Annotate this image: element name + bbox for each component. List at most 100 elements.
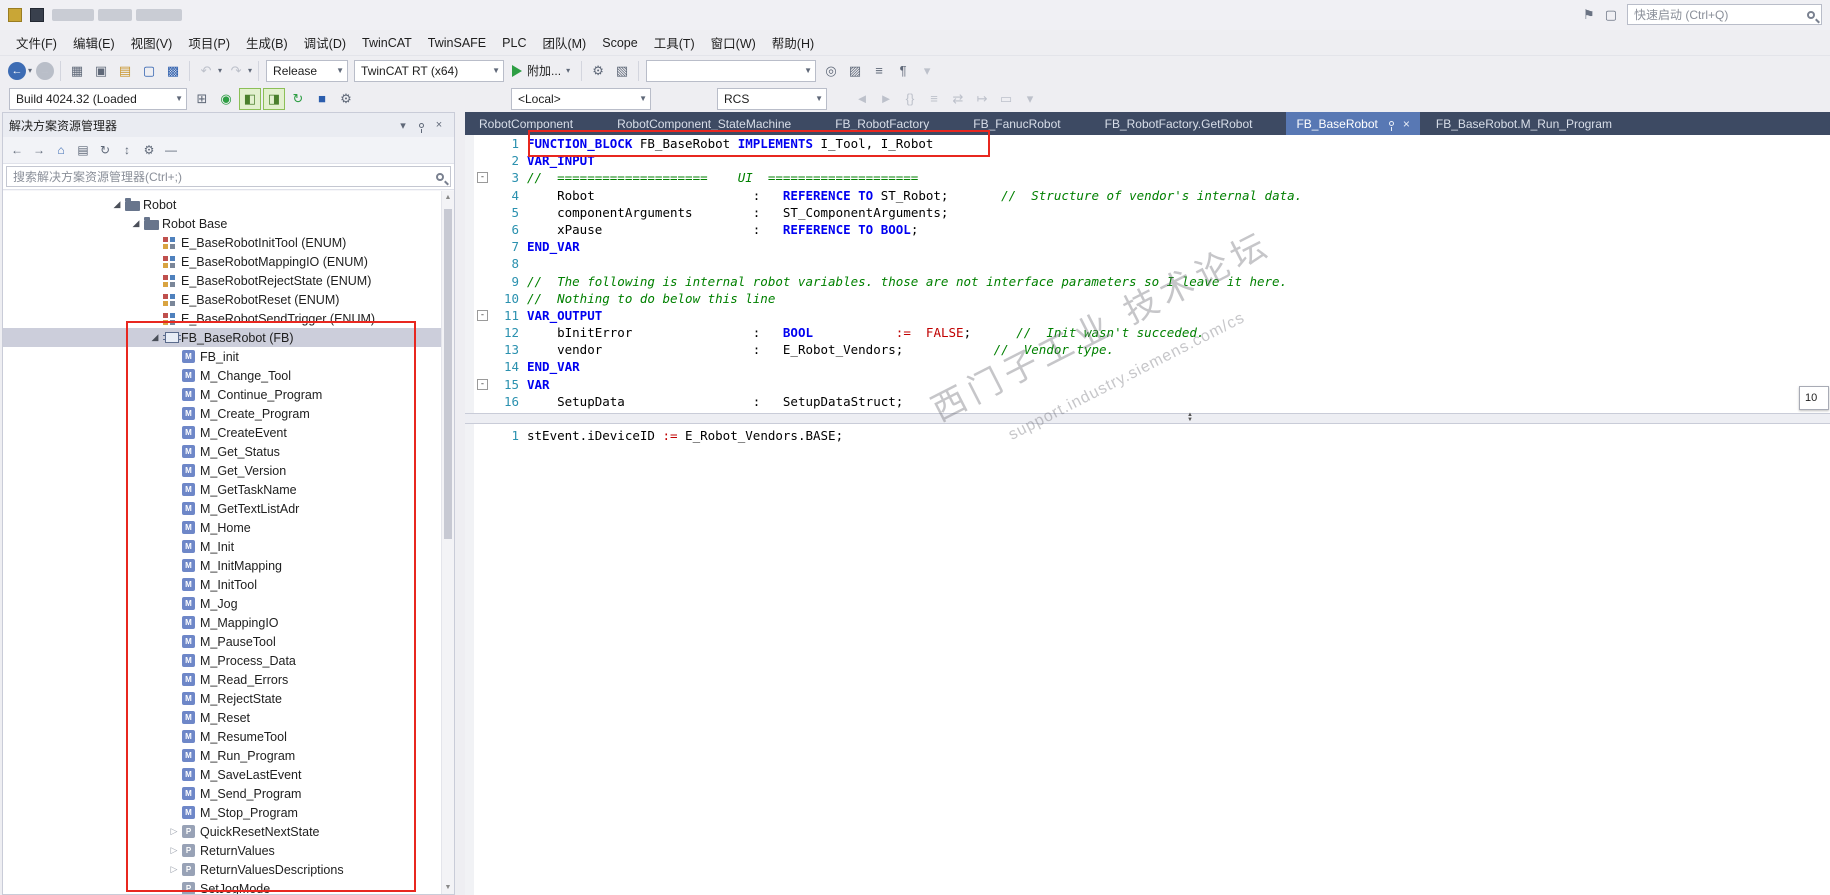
scroll-up-icon[interactable]: ▲ xyxy=(442,194,454,201)
menu-item[interactable]: 工具(T) xyxy=(646,30,703,55)
tree-item[interactable]: E_BaseRobotRejectState (ENUM) xyxy=(3,271,454,290)
window-position-icon[interactable]: ▾ xyxy=(394,119,412,132)
config-mode-toggle-icon[interactable]: ◨ xyxy=(263,87,285,110)
undo-icon[interactable]: ↶ xyxy=(195,60,217,82)
dropdown-caret-icon[interactable]: ▾ xyxy=(218,66,222,75)
feedback-flag-icon[interactable]: ⚑ xyxy=(1583,7,1595,23)
find-in-files-icon[interactable]: ◎ xyxy=(820,60,842,82)
target-system-combo[interactable]: <Local> ▼ xyxy=(511,87,651,110)
back-icon[interactable]: ← xyxy=(7,140,27,160)
tree-item[interactable]: ◢ Robot xyxy=(3,195,454,214)
tree-expanded-arrow-icon[interactable]: ◢ xyxy=(109,199,125,210)
splitter-grip-icon[interactable]: ▲ ▼ xyxy=(1187,412,1193,423)
formatting-marks-icon[interactable]: ¶ xyxy=(892,60,914,82)
menu-item[interactable]: 视图(V) xyxy=(123,30,181,55)
toolbar-overflow-icon[interactable]: ▾ xyxy=(916,60,938,82)
link-tsproj-icon[interactable]: ⊞ xyxy=(191,88,213,110)
quick-launch-search[interactable]: 快速启动 (Ctrl+Q) xyxy=(1627,4,1822,25)
braces-icon[interactable]: {} xyxy=(899,88,921,110)
pin-icon[interactable] xyxy=(1388,121,1394,131)
fold-toggle-icon[interactable]: - xyxy=(477,378,488,390)
toolbar-overflow-icon[interactable]: ▾ xyxy=(1019,88,1041,110)
rcs-combo[interactable]: RCS ▼ xyxy=(717,87,827,110)
pin-icon[interactable] xyxy=(412,119,430,133)
attach-button[interactable]: 附加... ▾ xyxy=(512,62,572,79)
menu-item[interactable]: 帮助(H) xyxy=(764,30,822,55)
build-version-combo[interactable]: Build 4024.32 (Loaded ▼ xyxy=(9,87,187,110)
menu-item[interactable]: TwinSAFE xyxy=(420,33,494,53)
search-input[interactable]: 搜索解决方案资源管理器(Ctrl+;) xyxy=(6,166,451,187)
window-switch-icon[interactable]: ▦ xyxy=(66,60,88,82)
choose-target-icon[interactable]: ◉ xyxy=(215,88,237,110)
outline-icon[interactable]: ≡ xyxy=(923,88,945,110)
tree-scrollbar[interactable]: ▲ ▼ xyxy=(441,191,454,894)
menu-item[interactable]: Scope xyxy=(594,33,645,53)
solution-config-combo[interactable]: Release ▼ xyxy=(266,59,349,82)
fold-toggle-icon[interactable]: - xyxy=(477,309,488,321)
tree-item[interactable]: E_BaseRobotInitTool (ENUM) xyxy=(3,233,454,252)
list-members-icon[interactable]: ≡ xyxy=(868,60,890,82)
new-project-icon[interactable]: ▣ xyxy=(90,60,112,82)
code-pane-declarations[interactable]: 1 FUNCTION_BLOCK FB_BaseRobot IMPLEMENTS … xyxy=(465,135,1830,413)
chevron-down-icon[interactable]: ▼ xyxy=(639,94,647,103)
send-feedback-icon[interactable]: ▢ xyxy=(1605,7,1617,23)
tree-item[interactable]: ◢ Robot Base xyxy=(3,214,454,233)
goto-icon[interactable]: ↦ xyxy=(971,88,993,110)
tree-expanded-arrow-icon[interactable]: ◢ xyxy=(128,218,144,229)
dropdown-caret-icon[interactable]: ▾ xyxy=(248,66,252,75)
scroll-down-icon[interactable]: ▼ xyxy=(442,884,454,891)
menu-item[interactable]: TwinCAT xyxy=(354,33,420,53)
sync-selection-icon[interactable]: ↕ xyxy=(117,140,137,160)
save-all-icon[interactable]: ▩ xyxy=(162,60,184,82)
swap-icon[interactable]: ⇄ xyxy=(947,88,969,110)
collapse-all-icon[interactable]: ▤ xyxy=(73,140,93,160)
restart-twincat-icon[interactable]: ↻ xyxy=(287,88,309,110)
platform-combo[interactable]: TwinCAT RT (x64) ▼ xyxy=(354,59,505,82)
free-run-toggle-icon[interactable]: ◧ xyxy=(239,87,261,110)
menu-item[interactable]: 窗口(W) xyxy=(703,30,764,55)
forward-icon[interactable]: → xyxy=(29,140,49,160)
tree-item[interactable]: E_BaseRobotReset (ENUM) xyxy=(3,290,454,309)
editor-tab[interactable]: FB_RobotFactory.GetRobot xyxy=(1095,112,1263,135)
close-icon[interactable]: × xyxy=(1403,117,1410,131)
save-icon[interactable]: ▢ xyxy=(138,60,160,82)
editor-tab[interactable]: FB_BaseRobot.M_Run_Program xyxy=(1426,112,1622,135)
editor-splitter[interactable]: ▲ ▼ xyxy=(465,412,1830,424)
menu-item[interactable]: 调试(D) xyxy=(296,30,354,55)
nav-forward-icon[interactable]: → xyxy=(36,61,55,80)
menu-item[interactable]: 项目(P) xyxy=(180,30,238,55)
properties-gear-icon[interactable]: ⚙ xyxy=(139,140,159,160)
toolbox-icon[interactable]: ▨ xyxy=(844,60,866,82)
frame-icon[interactable]: ▭ xyxy=(995,88,1017,110)
settings-gear-icon[interactable]: ⚙ xyxy=(335,88,357,110)
menu-item[interactable]: 团队(M) xyxy=(534,30,594,55)
home-icon[interactable]: ⌂ xyxy=(51,140,71,160)
chevron-down-icon[interactable]: ▼ xyxy=(492,66,500,75)
redo-icon[interactable]: ↷ xyxy=(225,60,247,82)
prev-bookmark-icon[interactable]: ◄ xyxy=(851,88,873,110)
nav-back-icon[interactable]: ← xyxy=(8,61,26,80)
dash-icon[interactable]: — xyxy=(161,140,181,160)
refresh-icon[interactable]: ↻ xyxy=(95,140,115,160)
code-pane-implementation[interactable]: 1 stEvent.iDeviceID := E_Robot_Vendors.BA… xyxy=(465,424,1830,895)
next-bookmark-icon[interactable]: ► xyxy=(875,88,897,110)
startup-object-combo[interactable]: ▼ xyxy=(646,59,817,82)
chevron-down-icon[interactable]: ▼ xyxy=(804,66,812,75)
fold-toggle-icon[interactable]: - xyxy=(477,172,488,184)
build-icon[interactable]: ⚙ xyxy=(587,60,609,82)
scrollbar-thumb[interactable] xyxy=(444,209,452,539)
open-file-icon[interactable]: ▤ xyxy=(114,60,136,82)
tree-item[interactable]: E_BaseRobotMappingIO (ENUM) xyxy=(3,252,454,271)
chevron-down-icon[interactable]: ▼ xyxy=(815,94,823,103)
chevron-down-icon[interactable]: ▼ xyxy=(336,66,344,75)
editor-tab[interactable]: FB_BaseRobot × xyxy=(1286,112,1420,135)
dropdown-caret-icon[interactable]: ▾ xyxy=(28,66,32,75)
menu-item[interactable]: 编辑(E) xyxy=(65,30,123,55)
menu-item[interactable]: PLC xyxy=(494,33,534,53)
close-icon[interactable]: × xyxy=(430,119,448,132)
menu-item[interactable]: 生成(B) xyxy=(238,30,296,55)
chevron-down-icon[interactable]: ▼ xyxy=(175,94,183,103)
stop-icon[interactable]: ■ xyxy=(311,88,333,110)
menu-item[interactable]: 文件(F) xyxy=(8,30,65,55)
chevron-down-icon[interactable]: ▾ xyxy=(566,66,570,75)
